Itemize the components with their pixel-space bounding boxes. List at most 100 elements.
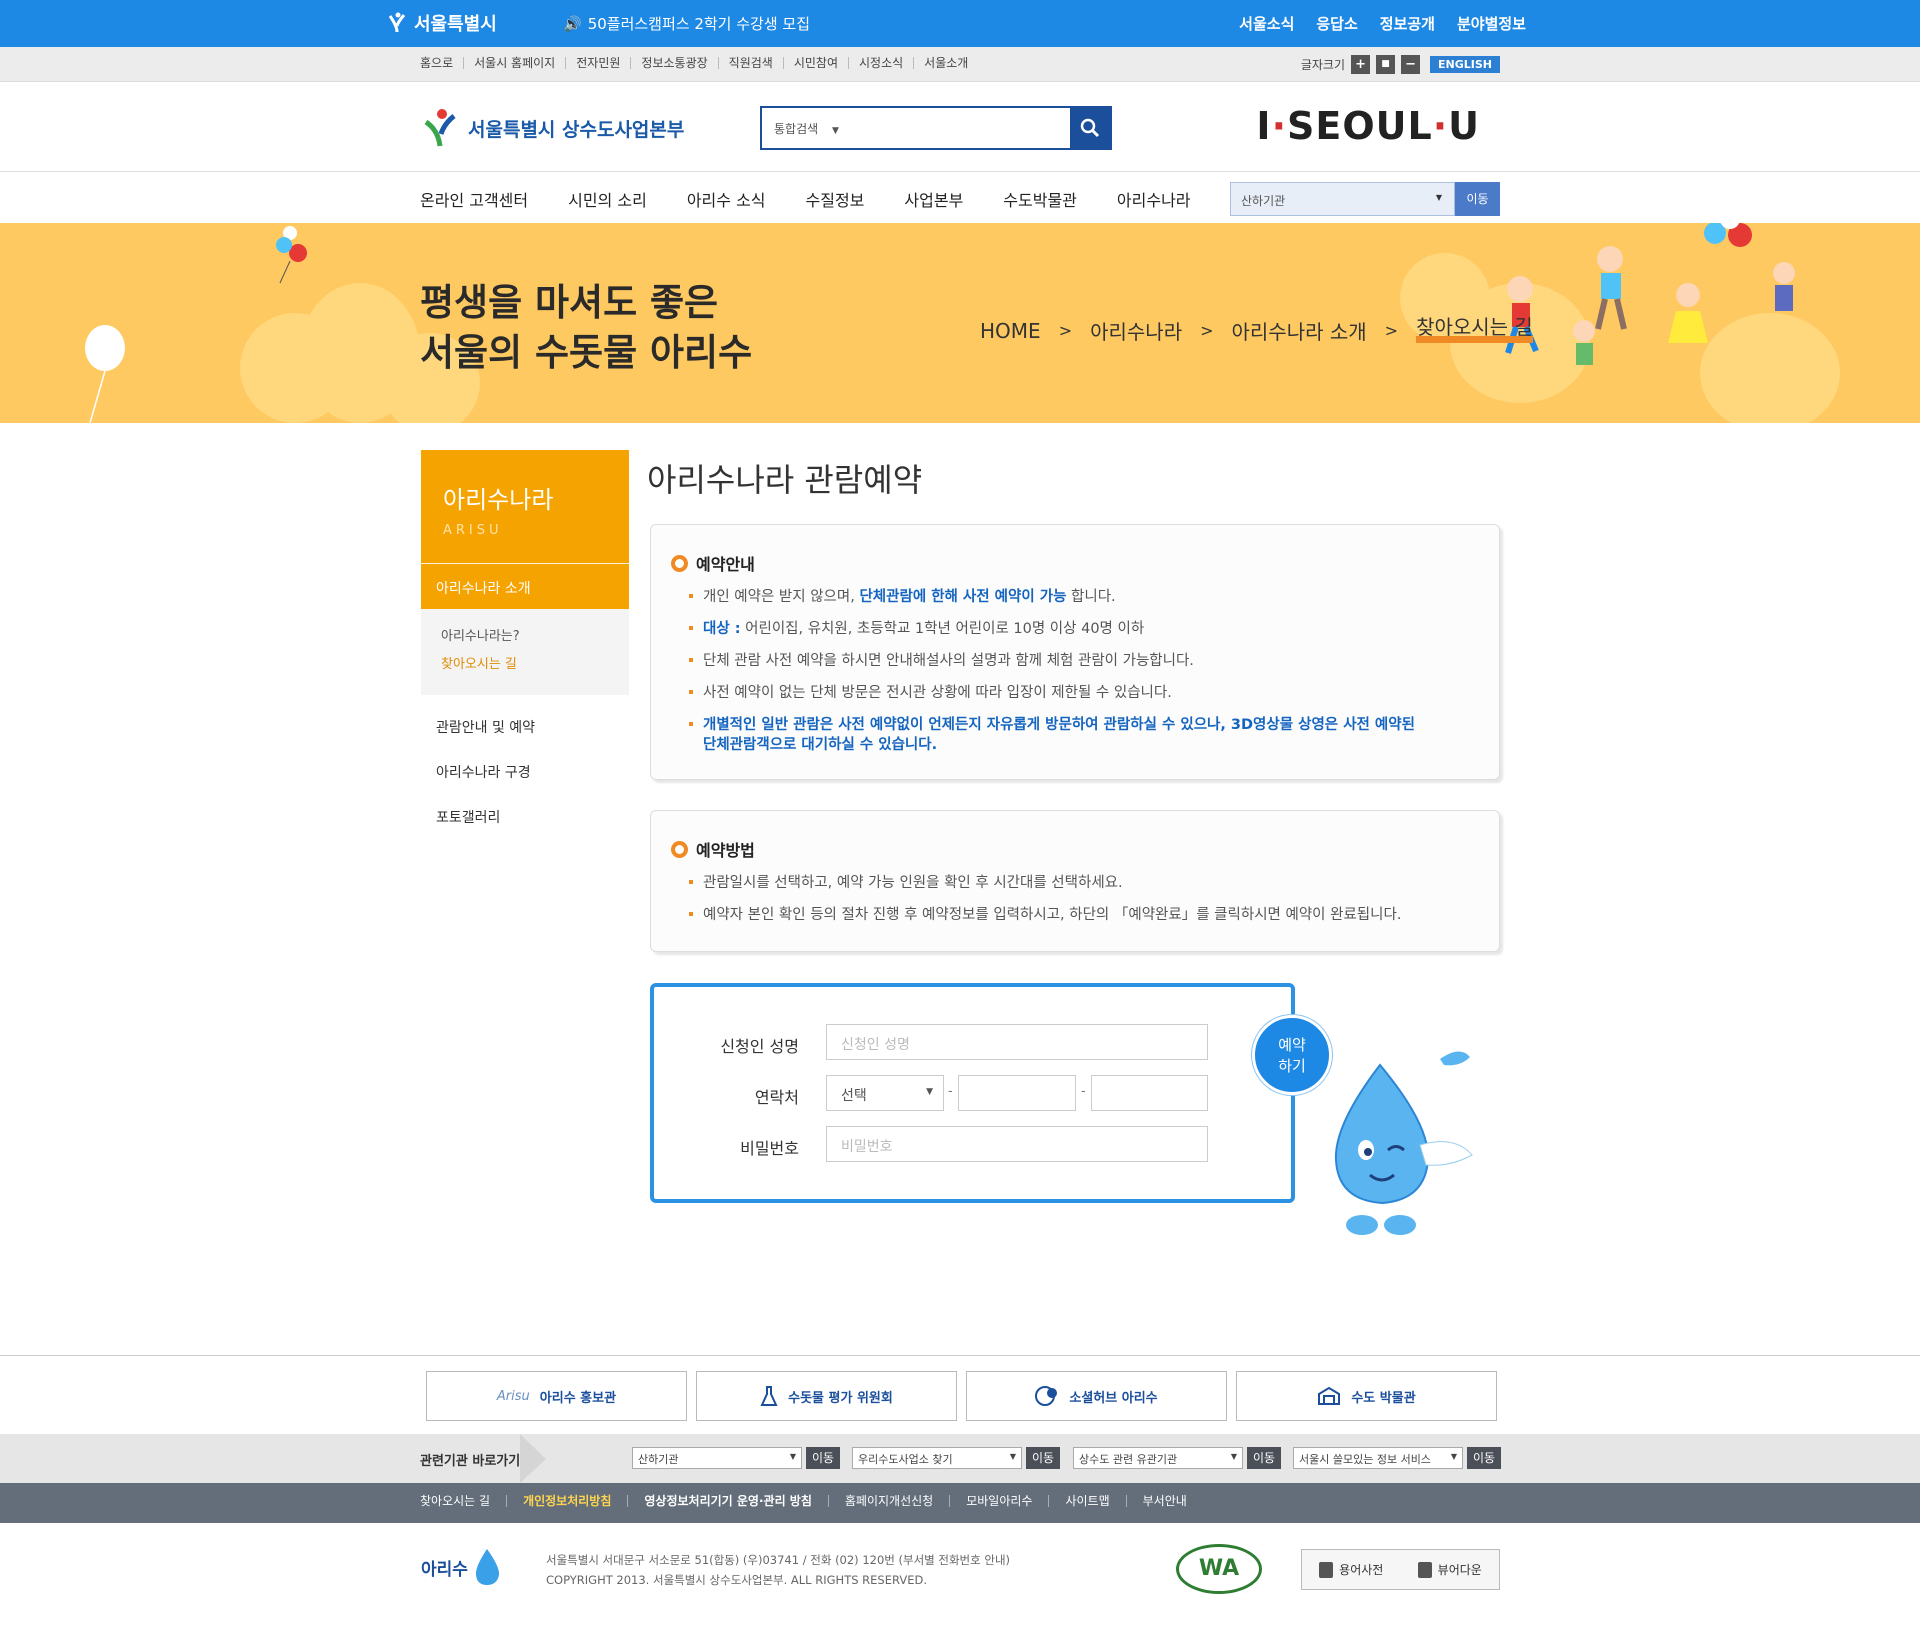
nav-headquarters[interactable]: 사업본부	[904, 187, 963, 211]
affiliate-go-button[interactable]: 이동	[1455, 182, 1500, 216]
sidebar-item-photo-gallery[interactable]: 포토갤러리	[421, 785, 629, 830]
footer-link-cctv-policy[interactable]: 영상정보처리기기 운영·관리 방침	[627, 1495, 827, 1507]
guide-item: 개인 예약은 받지 않으며, 단체관람에 한해 사전 예약이 가능 합니다.	[689, 587, 1469, 607]
museum-icon	[1318, 1386, 1341, 1405]
reservation-form: 신청인 성명 신청인 성명 연락처 선택 ▼ - - 비밀번호 비밀번호	[650, 983, 1295, 1203]
breadcrumb-arisu-nara[interactable]: 아리수나라	[1090, 316, 1182, 345]
dash-separator: -	[1081, 1084, 1086, 1099]
search-scope-select[interactable]: 통합검색 ▼	[762, 108, 1070, 148]
bullet-circle-icon	[671, 840, 688, 858]
speech-bubble-icon	[1035, 1386, 1058, 1406]
sidebar-item-tour[interactable]: 아리수나라 구경	[421, 740, 629, 785]
password-input[interactable]: 비밀번호	[826, 1126, 1208, 1162]
font-minus-button[interactable]: −	[1401, 55, 1421, 74]
notice-ticker[interactable]: 🔊 50플러스캠퍼스 2학기 수강생 모집	[563, 13, 810, 34]
related-select-institutions[interactable]: 상수도 관련 유관기관	[1073, 1447, 1243, 1469]
breadcrumb-intro[interactable]: 아리수나라 소개	[1232, 316, 1367, 345]
util-link-e-petition[interactable]: 전자민원	[565, 57, 630, 69]
util-link-participation[interactable]: 시민참여	[782, 57, 848, 69]
util-link-home[interactable]: 홈으로	[420, 57, 463, 69]
search-scope-label: 통합검색	[774, 122, 819, 136]
sidebar-item-guide-reservation[interactable]: 관람안내 및 예약	[421, 695, 629, 740]
english-button[interactable]: ENGLISH	[1430, 56, 1500, 73]
footer-link-sitemap[interactable]: 사이트맵	[1048, 1495, 1125, 1507]
book-icon	[1319, 1561, 1334, 1578]
footer-btn-arisu-pr[interactable]: Arisu 아리수 홍보관	[426, 1371, 687, 1421]
phone-middle-input[interactable]	[958, 1075, 1076, 1111]
guide-highlight: 단체관람에 한해 사전 예약이 가능	[859, 589, 1067, 605]
top-link-info-open[interactable]: 정보공개	[1380, 13, 1435, 34]
notice-text: 50플러스캠퍼스 2학기 수강생 모집	[587, 15, 811, 33]
footer-btn-museum[interactable]: 수도 박물관	[1236, 1371, 1497, 1421]
related-label: 관련기관 바로가기	[420, 1454, 521, 1469]
phone-select-label: 선택	[841, 1088, 867, 1104]
font-plus-button[interactable]: +	[1351, 55, 1371, 74]
seoul-logo-icon	[388, 12, 406, 33]
footer-link-directions[interactable]: 찾아오시는 길	[420, 1495, 506, 1507]
related-go-button[interactable]: 이동	[806, 1447, 840, 1469]
search-icon	[1080, 118, 1100, 138]
guide-heading: 예약안내	[671, 551, 755, 575]
related-select-info-services[interactable]: 서울시 쓸모있는 정보 서비스	[1293, 1447, 1463, 1469]
top-link-field-info[interactable]: 분야별정보	[1457, 13, 1526, 34]
affiliate-select[interactable]: 산하기관	[1230, 182, 1455, 216]
phone-prefix-select[interactable]: 선택 ▼	[826, 1075, 944, 1111]
guide-list: 개인 예약은 받지 않으며, 단체관람에 한해 사전 예약이 가능 합니다. 대…	[689, 587, 1469, 767]
util-link-info-square[interactable]: 정보소통광장	[630, 57, 717, 69]
related-go-button[interactable]: 이동	[1467, 1447, 1501, 1469]
guide-text: 합니다.	[1071, 589, 1116, 605]
name-input[interactable]: 신청인 성명	[826, 1024, 1208, 1060]
util-link-seoul-home[interactable]: 서울시 홈페이지	[463, 57, 565, 69]
util-link-about-seoul[interactable]: 서울소개	[913, 57, 978, 69]
sidebar-sub-directions[interactable]: 찾아오시는 길	[441, 651, 629, 679]
related-group: 우리수도사업소 찾기 이동	[852, 1447, 1060, 1469]
top-link-news[interactable]: 서울소식	[1239, 13, 1294, 34]
footer-btn-social-hub[interactable]: 소셜허브 아리수	[966, 1371, 1227, 1421]
breadcrumb: HOME > 아리수나라 > 아리수나라 소개 > 찾아오시는 길	[980, 316, 1533, 345]
nav-arisu-news[interactable]: 아리수 소식	[687, 187, 766, 211]
footer-link-departments[interactable]: 부서안내	[1125, 1495, 1203, 1507]
affiliate-select-group: 산하기관 이동	[1230, 182, 1500, 216]
brand-i: I	[1256, 104, 1272, 148]
banner-title-line-2: 서울의 수돗물 아리수	[420, 331, 753, 374]
breadcrumb-home[interactable]: HOME	[980, 319, 1041, 343]
viewer-download-button[interactable]: 뷰어다운	[1417, 1561, 1482, 1578]
font-reset-button[interactable]: ■	[1376, 55, 1396, 74]
nav-online-center[interactable]: 온라인 고객센터	[420, 187, 528, 211]
method-item: 예약자 본인 확인 등의 절차 진행 후 예약정보를 입력하시고, 하단의 「예…	[689, 905, 1401, 925]
related-select-affiliates[interactable]: 산하기관	[632, 1447, 802, 1469]
arisu-logo: Arisu	[496, 1388, 530, 1404]
brand-dot-1: ·	[1271, 104, 1287, 148]
related-select-local-offices[interactable]: 우리수도사업소 찾기	[852, 1447, 1022, 1469]
footer-link-mobile[interactable]: 모바일아리수	[949, 1495, 1048, 1507]
footer-links-bar: 찾아오시는 길 개인정보처리방침 영상정보처리기기 운영·관리 방침 홈페이지개…	[0, 1483, 1920, 1523]
util-link-staff-search[interactable]: 직원검색	[717, 57, 783, 69]
util-link-city-news[interactable]: 시정소식	[848, 57, 913, 69]
guide-text: 어린이집, 유치원, 초등학교 1학년 어린이로 10명 이상 40명 이하	[745, 621, 1145, 637]
glossary-button[interactable]: 용어사전	[1319, 1561, 1383, 1578]
flask-icon	[760, 1386, 778, 1406]
sidebar-item-intro[interactable]: 아리수나라 소개	[421, 563, 629, 609]
seoul-logo[interactable]: 서울특별시	[386, 10, 497, 36]
sub-banner: 평생을 마셔도 좋은 서울의 수돗물 아리수 HOME > 아리수나라 > 아리…	[0, 223, 1920, 423]
footer-links: 찾아오시는 길 개인정보처리방침 영상정보처리기기 운영·관리 방침 홈페이지개…	[420, 1495, 1203, 1507]
phone-last-input[interactable]	[1091, 1075, 1208, 1111]
sidebar-submenu: 아리수나라는? 찾아오시는 길	[421, 609, 629, 695]
top-link-eungdapso[interactable]: 응답소	[1316, 13, 1357, 34]
search-button[interactable]	[1070, 108, 1110, 148]
site-logo[interactable]: 서울특별시 상수도사업본부	[420, 108, 684, 148]
banner-title-line-1: 평생을 마셔도 좋은	[420, 281, 719, 324]
nav-arisu-nara[interactable]: 아리수나라	[1117, 187, 1191, 211]
related-go-button[interactable]: 이동	[1247, 1447, 1281, 1469]
related-go-button[interactable]: 이동	[1026, 1447, 1060, 1469]
nav-citizen-voice[interactable]: 시민의 소리	[568, 187, 647, 211]
nav-museum[interactable]: 수도박물관	[1003, 187, 1077, 211]
chevron-right-icon: >	[1384, 321, 1399, 340]
footer-link-privacy[interactable]: 개인정보처리방침	[506, 1495, 627, 1507]
footer-btn-evaluation[interactable]: 수돗물 평가 위원회	[696, 1371, 957, 1421]
nav-water-quality[interactable]: 수질정보	[806, 187, 865, 211]
related-group: 상수도 관련 유관기관 이동	[1073, 1447, 1281, 1469]
brand-u: U	[1448, 104, 1480, 148]
sidebar-sub-about[interactable]: 아리수나라는?	[441, 623, 629, 651]
footer-link-improvement[interactable]: 홈페이지개선신청	[827, 1495, 949, 1507]
